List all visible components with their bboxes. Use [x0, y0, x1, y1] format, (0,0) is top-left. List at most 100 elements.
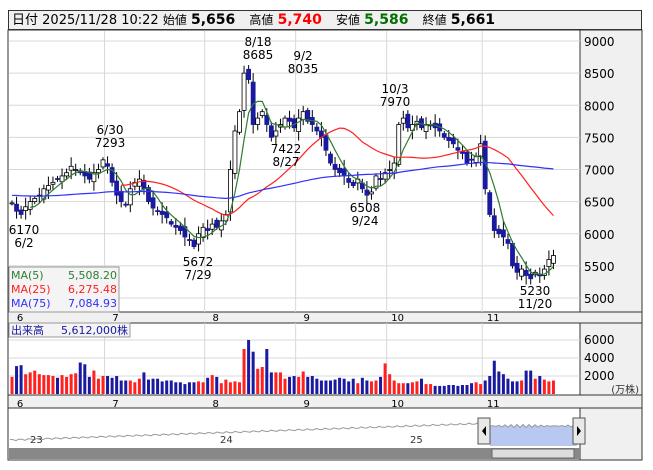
volume-bar [183, 384, 187, 394]
candle [378, 178, 383, 180]
candle [546, 259, 552, 267]
volume-bar [497, 371, 501, 394]
price-annotation: 5230 [520, 284, 551, 298]
ma-legend: MA(5) 5,508.20 MA(25) 6,275.48 MA(75) 7,… [8, 266, 120, 313]
candle [155, 210, 161, 213]
low-value: 5,586 [364, 12, 409, 28]
nav-right-handle[interactable] [572, 417, 586, 445]
candle [491, 215, 497, 231]
volume-bar [297, 376, 301, 394]
volume-unit: (万株) [611, 383, 639, 396]
volume-bar [460, 385, 464, 394]
volume-bar [306, 376, 310, 394]
volume-bar [115, 376, 119, 394]
price-tick: 5000 [584, 292, 615, 306]
navigator-scrollbar[interactable] [9, 448, 580, 459]
volume-bar [210, 375, 214, 394]
candle [214, 219, 220, 228]
volume-bar [433, 385, 437, 394]
candle [273, 130, 279, 137]
price-annotation: 6/2 [14, 236, 33, 250]
volume-bar [228, 382, 232, 394]
price-annotation: 7422 [271, 142, 302, 156]
month-label: 9 [303, 313, 309, 324]
volume-bar [51, 376, 55, 394]
candle [528, 273, 534, 280]
volume-bar [24, 374, 28, 394]
month-label: 6 [17, 399, 23, 410]
volume-bar [128, 380, 132, 394]
candle [232, 130, 238, 174]
candle [446, 136, 452, 141]
volume-bar [347, 381, 351, 394]
volume-bar [338, 377, 342, 394]
price-tick: 6000 [584, 228, 615, 242]
volume-bar [319, 380, 323, 394]
candle [387, 169, 393, 171]
low-label: 安値 [336, 13, 361, 27]
volume-bar [388, 374, 392, 394]
candle [300, 111, 306, 120]
volume-bar [533, 378, 537, 394]
volume-bar [96, 378, 100, 394]
price-tick: 8500 [584, 67, 615, 81]
candle [296, 117, 302, 132]
candle [27, 201, 33, 210]
volume-bar [329, 380, 332, 394]
volume-bar [547, 381, 551, 394]
candle [105, 163, 110, 167]
volume-bar [160, 381, 164, 394]
candle [464, 151, 470, 164]
volume-bar [224, 379, 228, 394]
volume-bar [492, 360, 496, 394]
candle [255, 117, 261, 125]
candle [50, 181, 56, 185]
volume-bar [524, 370, 528, 394]
candle [282, 117, 288, 128]
volume-bar [238, 382, 241, 394]
nav-left-handle[interactable] [477, 417, 491, 445]
volume-bar [360, 377, 364, 394]
volume-bar [37, 374, 41, 394]
volume-label: 出来高 [11, 323, 44, 337]
volume-bar [488, 376, 492, 394]
candle [100, 159, 106, 168]
volume-bar [119, 380, 123, 394]
candle [551, 255, 556, 264]
candle [46, 185, 51, 191]
candle [537, 274, 543, 277]
open-value: 5,656 [190, 12, 236, 28]
month-label: 10 [391, 313, 404, 324]
volume-bar [529, 370, 533, 394]
candle [323, 134, 329, 151]
volume-bar [420, 378, 423, 394]
chart-window: 日付 2025/11/28 10:22 始値 5,656 高値 5,740 安値… [0, 0, 653, 470]
month-label: 8 [212, 313, 218, 324]
price-annotation: 8/27 [273, 155, 300, 169]
candle [118, 190, 124, 203]
candle [455, 147, 461, 151]
candle [246, 68, 252, 80]
volume-bar [479, 384, 483, 394]
volume-bar [156, 378, 160, 394]
scrollbar-thumb[interactable] [491, 448, 575, 459]
volume-bar [274, 372, 278, 394]
volume-bar [147, 379, 150, 394]
volume-bar [424, 384, 428, 394]
price-annotation: 8685 [243, 48, 274, 62]
price-annotation: 10/3 [382, 82, 409, 96]
price-tick: 7000 [584, 164, 615, 178]
candle [496, 228, 502, 235]
volume-bar [551, 380, 555, 394]
navigator-selection [490, 424, 580, 446]
volume-bar [456, 385, 460, 394]
candle [159, 210, 165, 215]
volume-bar [201, 382, 205, 394]
volume-bar [78, 362, 82, 394]
candle [18, 209, 24, 215]
volume-bar [233, 381, 237, 394]
month-label: 10 [391, 399, 404, 410]
volume-bar [542, 379, 546, 394]
candle [487, 192, 493, 215]
volume-bar [474, 382, 478, 394]
